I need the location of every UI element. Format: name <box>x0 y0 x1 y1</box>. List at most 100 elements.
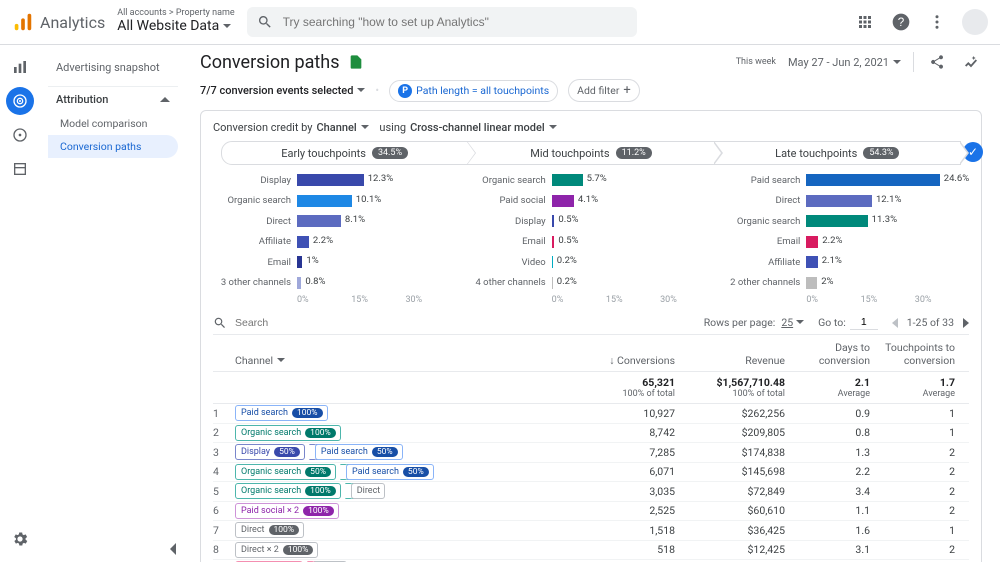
logo[interactable]: Analytics <box>12 11 105 33</box>
table: Rows per page:25 Go to: 1-25 of 33 Chann… <box>213 311 969 562</box>
page-title: Conversion paths <box>200 52 340 73</box>
bar-value: 0.5% <box>554 214 578 225</box>
help-icon[interactable]: ? <box>890 11 912 33</box>
table-search-input[interactable] <box>233 316 372 330</box>
daterange[interactable]: May 27 - Jun 2, 2021 <box>788 56 901 69</box>
bar-label: Display <box>468 216 552 227</box>
rail-explore-icon[interactable] <box>6 121 34 149</box>
bar-value: 12.3% <box>364 173 393 184</box>
search-bar[interactable] <box>247 7 637 37</box>
bar-value: 2.1% <box>818 255 842 266</box>
prev-icon[interactable] <box>892 318 899 328</box>
collapse-icon[interactable] <box>170 543 178 555</box>
bar <box>297 174 364 186</box>
avatar[interactable] <box>962 9 988 35</box>
sidebar-advertising[interactable]: Advertising snapshot <box>48 55 178 80</box>
sidebar-item-paths[interactable]: Conversion paths <box>48 135 178 158</box>
rows-per-page[interactable]: 25 <box>781 316 804 329</box>
bar-value: 2.2% <box>309 235 333 246</box>
bar-label: Email <box>722 236 806 247</box>
add-filter-button[interactable]: Add filter+ <box>568 79 640 102</box>
tab-mid[interactable]: Mid touchpoints11.2% <box>468 141 714 165</box>
path-length-chip[interactable]: PPath length = all touchpoints <box>389 80 558 102</box>
nav-rail <box>0 45 40 562</box>
bar-label: Email <box>468 236 552 247</box>
path-chip: Direct × 2100% <box>235 542 318 558</box>
sidebar-item-model[interactable]: Model comparison <box>48 112 178 135</box>
bar-chart: Display12.3%Organic search10.1%Direct8.1… <box>213 170 460 305</box>
main-content: Conversion paths This week May 27 - Jun … <box>186 45 1000 562</box>
tab-late[interactable]: Late touchpoints54.3% <box>715 141 961 165</box>
events-selector[interactable]: 7/7 conversion events selected <box>200 84 365 97</box>
page-range: 1-25 of 33 <box>907 316 954 329</box>
table-row[interactable]: 7Direct100%1,518$36,4251.61 <box>213 521 969 541</box>
tab-early[interactable]: Early touchpoints34.5% <box>221 141 468 165</box>
col-revenue[interactable]: Revenue <box>675 354 785 367</box>
credit-selector[interactable]: Conversion credit by Channel using Cross… <box>213 121 969 134</box>
bar-value: 0.8% <box>301 276 325 287</box>
sidebar-attribution[interactable]: Attribution <box>48 86 178 112</box>
more-icon[interactable] <box>926 11 948 33</box>
rail-home-icon[interactable] <box>6 53 34 81</box>
bar-value: 12.1% <box>872 194 901 205</box>
bar <box>297 195 352 207</box>
share-icon[interactable] <box>926 51 948 73</box>
insights-icon[interactable] <box>960 51 982 73</box>
bar-label: 3 other channels <box>213 277 297 288</box>
path-chip: Paid social × 2100% <box>235 503 339 519</box>
filter-bar: 7/7 conversion events selected • PPath l… <box>200 79 982 102</box>
col-days[interactable]: Days to conversion <box>785 341 870 367</box>
chevron-down-icon <box>277 358 285 363</box>
bar <box>806 195 872 207</box>
bar-label: Display <box>213 175 297 186</box>
table-row[interactable]: 8Direct × 2100%518$12,4253.12 <box>213 541 969 561</box>
bar-value: 11.3% <box>868 214 897 225</box>
next-icon[interactable] <box>962 318 969 328</box>
table-row[interactable]: 1Paid search100%10,927$262,2560.91 <box>213 404 969 424</box>
chevron-down-icon <box>893 60 901 65</box>
chevron-up-icon <box>160 97 170 103</box>
bar-value: 0.5% <box>554 235 578 246</box>
bar-label: Direct <box>722 195 806 206</box>
property-selector[interactable]: All accounts > Property name All Website… <box>117 9 234 34</box>
table-row[interactable]: 5Organic search100%Direct3,035$72,8493.4… <box>213 482 969 502</box>
bar-label: Paid social <box>468 195 552 206</box>
bar-value: 0.2% <box>553 255 577 266</box>
daterange-label: This week <box>736 57 776 67</box>
product-name: Analytics <box>40 13 105 32</box>
sidebar: Advertising snapshot Attribution Model c… <box>40 45 186 562</box>
bar-value: 24.6% <box>940 173 969 184</box>
svg-text:?: ? <box>898 16 905 29</box>
bar <box>552 174 583 186</box>
export-icon[interactable] <box>348 54 364 70</box>
bar-label: Organic search <box>722 216 806 227</box>
table-row[interactable]: 4Organic search50%Paid search50%6,071$14… <box>213 463 969 483</box>
col-touchpoints[interactable]: Touchpoints to conversion <box>870 341 955 367</box>
bar <box>806 256 817 268</box>
path-chip: Paid search100% <box>235 405 328 421</box>
search-input[interactable] <box>281 14 627 30</box>
bar <box>806 215 867 227</box>
col-conversions[interactable]: ↓ Conversions <box>575 354 675 367</box>
bar-value: 8.1% <box>341 214 365 225</box>
chevron-down-icon <box>223 24 231 29</box>
goto-input[interactable] <box>850 315 878 330</box>
col-channel[interactable]: Channel <box>235 354 575 367</box>
rail-library-icon[interactable] <box>6 155 34 183</box>
bar-chart: Organic search5.7%Paid social4.1%Display… <box>468 170 715 305</box>
search-icon <box>213 316 227 330</box>
table-row[interactable]: 2Organic search100%8,742$209,8050.81 <box>213 424 969 444</box>
bar-value: 1% <box>302 255 318 266</box>
settings-icon[interactable] <box>6 525 34 553</box>
bar-label: 4 other channels <box>468 277 552 288</box>
bar-value: 0.2% <box>553 276 577 287</box>
table-row[interactable]: 3Display50%Paid search50%7,285$174,8381.… <box>213 443 969 463</box>
bar-value: 10.1% <box>352 194 381 205</box>
analytics-logo-icon <box>12 11 34 33</box>
table-row[interactable]: 6Paid social × 2100%2,525$60,6101.12 <box>213 502 969 522</box>
rail-target-icon[interactable] <box>6 87 34 115</box>
bar <box>297 215 341 227</box>
chevron-down-icon <box>357 88 365 93</box>
bar-value: 4.1% <box>574 194 598 205</box>
apps-icon[interactable] <box>854 11 876 33</box>
